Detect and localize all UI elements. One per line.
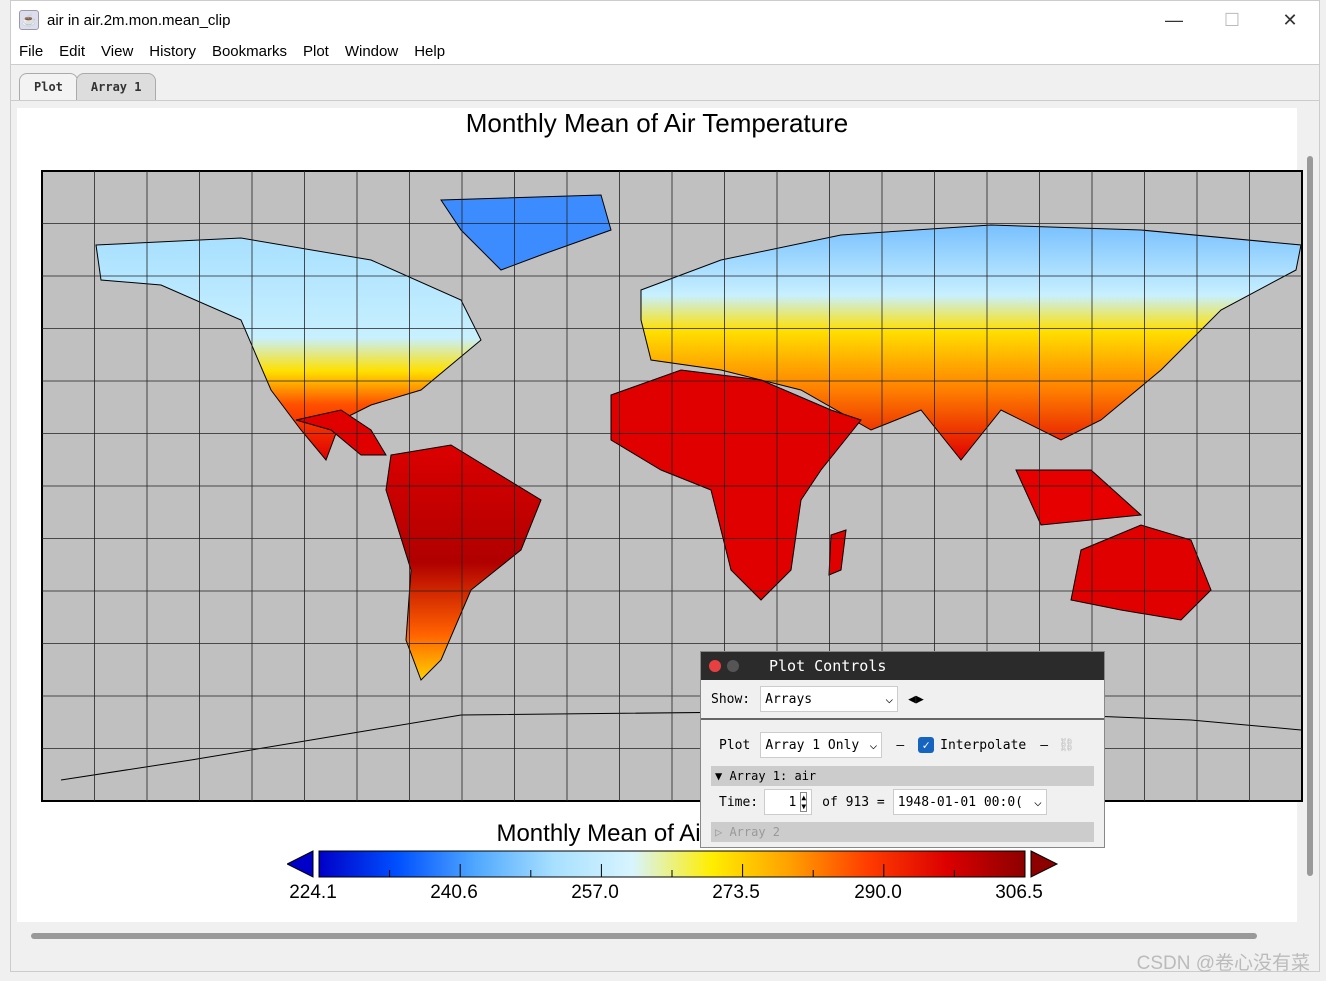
- array-1-header-label: Array 1: air: [729, 769, 817, 783]
- maximize-button[interactable]: ☐: [1203, 10, 1261, 31]
- spinner-arrows-icon[interactable]: ▲ ▼: [800, 792, 808, 812]
- plot-controls-panel: Plot Controls Show: Arrays ⌵ ◀ ▶ Plot Arr…: [700, 651, 1105, 848]
- menu-file[interactable]: File: [11, 43, 51, 60]
- show-dropdown[interactable]: Arrays ⌵: [760, 686, 899, 712]
- separator: —: [896, 737, 905, 753]
- plot-mode-value: Array 1 Only: [765, 737, 860, 753]
- tab-plot[interactable]: Plot: [19, 73, 78, 100]
- menu-view[interactable]: View: [93, 43, 141, 60]
- plot-area: Monthly Mean of Air Temperature Monthly …: [17, 108, 1303, 922]
- array-2-section-header[interactable]: ▷ Array 2: [711, 822, 1094, 842]
- colorbar-tick: 240.6: [430, 882, 478, 903]
- colorbar-tick: 306.5: [995, 882, 1043, 903]
- watermark: CSDN @卷心没有菜: [1136, 953, 1310, 974]
- menu-edit[interactable]: Edit: [51, 43, 93, 60]
- vertical-scrollbar[interactable]: [1307, 156, 1313, 876]
- colorbar-title: Monthly Mean of Air Temperature: [496, 820, 850, 847]
- close-dot-icon[interactable]: [709, 660, 721, 672]
- array-1-section-header[interactable]: ▼ Array 1: air: [711, 766, 1094, 786]
- minimize-button[interactable]: —: [1145, 10, 1203, 31]
- next-arrow-button[interactable]: ▶: [916, 692, 924, 707]
- plot-title: Monthly Mean of Air Temperature: [465, 108, 849, 138]
- colorbar: [287, 850, 1059, 878]
- time-count-label: of 913 =: [822, 794, 885, 810]
- plot-controls-header[interactable]: Plot Controls: [701, 652, 1104, 680]
- interpolate-label: Interpolate: [940, 737, 1027, 753]
- colorbar-tick: 273.5: [712, 882, 760, 903]
- menu-plot[interactable]: Plot: [295, 43, 337, 60]
- java-app-icon: ☕: [19, 10, 39, 30]
- chevron-down-icon: ⌵: [885, 691, 894, 707]
- show-label: Show:: [711, 691, 751, 707]
- separator: —: [1040, 737, 1049, 753]
- close-button[interactable]: ✕: [1261, 10, 1319, 31]
- interpolate-checkbox[interactable]: ✓: [918, 737, 935, 753]
- time-value: 1: [788, 794, 797, 810]
- link-icon[interactable]: ⛓: [1058, 738, 1075, 753]
- menu-bookmarks[interactable]: Bookmarks: [204, 43, 295, 60]
- show-value: Arrays: [765, 691, 813, 707]
- plot-label: Plot: [719, 737, 751, 753]
- time-date-value: 1948-01-01 00:0(: [897, 794, 1023, 810]
- menu-history[interactable]: History: [141, 43, 204, 60]
- title-bar: ☕ air in air.2m.mon.mean_clip — ☐ ✕: [11, 1, 1319, 39]
- window-title: air in air.2m.mon.mean_clip: [47, 11, 231, 29]
- chevron-down-icon: ⌵: [1033, 794, 1042, 810]
- time-label: Time:: [719, 794, 759, 810]
- triangle-down-icon: ▼: [715, 769, 730, 783]
- array-2-header-label: Array 2: [729, 825, 781, 839]
- tab-array-1[interactable]: Array 1: [75, 73, 157, 100]
- time-stepper[interactable]: 1 ▲ ▼: [764, 789, 813, 815]
- tab-bar: Plot Array 1: [11, 65, 1319, 101]
- world-map: [41, 170, 1303, 802]
- chevron-down-icon: ⌵: [869, 737, 878, 753]
- minimize-dot-icon[interactable]: [727, 660, 739, 672]
- colorbar-under-triangle: [287, 850, 314, 878]
- menu-bar: File Edit View History Bookmarks Plot Wi…: [11, 39, 1319, 65]
- menu-help[interactable]: Help: [406, 43, 453, 60]
- colorbar-tick: 257.0: [571, 882, 619, 903]
- horizontal-scrollbar[interactable]: [31, 933, 1257, 939]
- time-date-dropdown[interactable]: 1948-01-01 00:0( ⌵: [892, 789, 1047, 815]
- colorbar-over-triangle: [1030, 850, 1059, 878]
- plot-controls-title: Plot Controls: [769, 657, 887, 675]
- main-window: ☕ air in air.2m.mon.mean_clip — ☐ ✕ File…: [10, 0, 1320, 972]
- menu-window[interactable]: Window: [337, 43, 406, 60]
- prev-arrow-button[interactable]: ◀: [908, 692, 916, 707]
- triangle-right-icon: ▷: [715, 825, 730, 839]
- colorbar-tick: 224.1: [289, 882, 337, 903]
- colorbar-tick: 290.0: [854, 882, 902, 903]
- plot-mode-dropdown[interactable]: Array 1 Only ⌵: [760, 732, 883, 758]
